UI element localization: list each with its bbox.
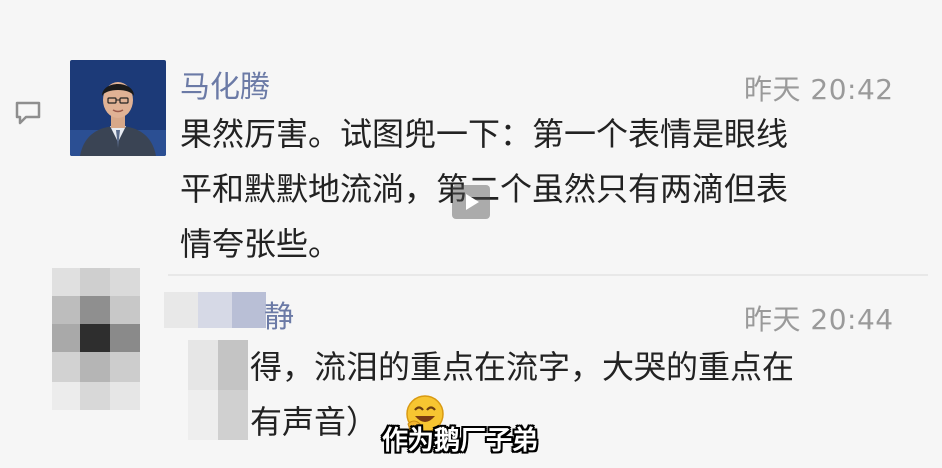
pixelated-name bbox=[164, 292, 266, 328]
video-subtitle: 作为鹅厂子弟 bbox=[382, 426, 539, 456]
comment-line: 情夸张些。 bbox=[180, 225, 341, 263]
pixelated-avatar bbox=[52, 268, 140, 410]
timestamp: 昨天 20:42 bbox=[744, 73, 894, 106]
timestamp: 昨天 20:44 bbox=[744, 303, 894, 336]
comment-bubble-icon[interactable] bbox=[14, 100, 42, 126]
divider bbox=[168, 274, 928, 276]
author-name[interactable]: 马化腾 bbox=[180, 62, 270, 106]
avatar[interactable] bbox=[70, 60, 166, 156]
comment-line: 得，流泪的重点在流字，大哭的重点在 bbox=[250, 348, 795, 386]
play-icon[interactable] bbox=[452, 185, 490, 219]
comment-line: 果然厉害。试图兜一下：第一个表情是眼线 bbox=[180, 115, 789, 153]
comment-thread: 马化腾 昨天 20:42 果然厉害。试图兜一下：第一个表情是眼线 平和默默地流淌… bbox=[0, 0, 942, 468]
author-name[interactable]: 静 bbox=[264, 292, 294, 336]
pixelated-text bbox=[188, 340, 248, 440]
